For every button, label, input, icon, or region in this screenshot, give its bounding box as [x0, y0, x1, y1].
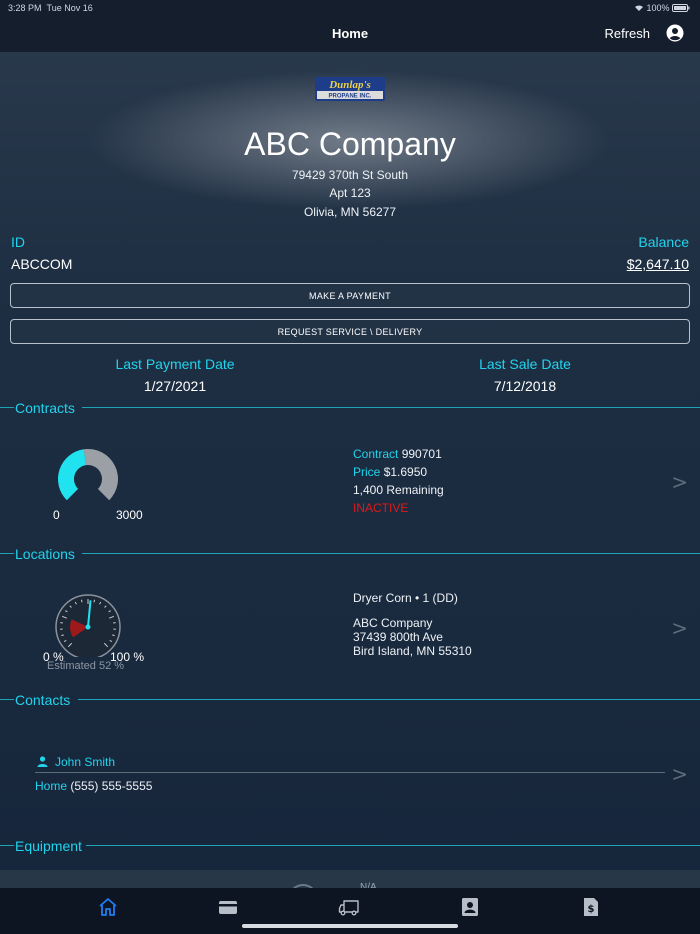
- balance-link[interactable]: $2,647.10: [627, 256, 689, 272]
- account-id-value: ABCCOM: [11, 256, 73, 272]
- phone-label: Home: [35, 779, 68, 793]
- contact-divider: [35, 772, 665, 773]
- contacts-divider: [78, 699, 700, 700]
- contract-chevron-icon[interactable]: >: [671, 470, 688, 494]
- contracts-divider: [82, 407, 700, 408]
- locations-section-title: Locations: [15, 546, 75, 562]
- locations-divider: [82, 553, 700, 554]
- equipment-divider-left: [0, 845, 14, 846]
- price-row: Price $1.6950: [353, 465, 427, 479]
- gauge-tick: [80, 599, 83, 603]
- gauge-filled-arc: [57, 449, 87, 501]
- make-payment-button[interactable]: MAKE A PAYMENT: [10, 283, 690, 308]
- company-name: ABC Company: [244, 126, 456, 162]
- credit-card-icon[interactable]: [217, 896, 239, 918]
- location-street: 37439 800th Ave: [353, 630, 443, 644]
- person-icon: [37, 756, 48, 767]
- equipment-divider: [86, 845, 700, 846]
- status-bar: 3:28 PM Tue Nov 16 100%: [0, 0, 700, 16]
- company-logo: Dunlap's PROPANE INC.: [315, 77, 385, 101]
- gauge-tick: [93, 599, 96, 603]
- equipment-card-partial[interactable]: N/A: [0, 870, 700, 890]
- svg-text:PROPANE INC.: PROPANE INC.: [329, 94, 372, 100]
- contract-gauge-max: 3000: [116, 508, 143, 522]
- battery-icon: [672, 4, 690, 12]
- svg-text:$: $: [588, 904, 595, 915]
- tank-level-gauge: [55, 594, 121, 657]
- status-battery: 100%: [634, 3, 690, 13]
- last-payment-date-label: Last Payment Date: [115, 356, 235, 372]
- locations-divider-left: [0, 553, 14, 554]
- nav-bar: 3:28 PM Tue Nov 16 100% Home Refresh: [0, 0, 700, 52]
- balance-label: Balance: [638, 234, 689, 250]
- contract-usage-gauge: [57, 449, 118, 501]
- phone-value[interactable]: (555) 555-5555: [70, 779, 152, 793]
- location-name: ABC Company: [353, 616, 433, 630]
- contracts-divider-left: [0, 407, 14, 408]
- app-screen: 3:28 PM Tue Nov 16 100% Home Refresh Dun…: [0, 0, 700, 934]
- last-payment-date-value: 1/27/2021: [143, 378, 207, 394]
- last-sale-date-label: Last Sale Date: [479, 356, 571, 372]
- invoice-dollar-icon[interactable]: $: [580, 896, 602, 918]
- account-id-label: ID: [11, 234, 25, 250]
- location-city: Bird Island, MN 55310: [353, 644, 472, 658]
- home-indicator[interactable]: [242, 924, 458, 928]
- address-line-3: Olivia, MN 56277: [303, 205, 397, 219]
- contacts-section-title: Contacts: [15, 692, 71, 708]
- location-chevron-icon[interactable]: >: [671, 616, 688, 640]
- tank-estimated-level: Estimated 52 %: [47, 660, 125, 672]
- page-title: Home: [331, 26, 369, 41]
- contract-label: Contract: [353, 447, 399, 461]
- contacts-divider-left: [0, 699, 14, 700]
- request-service-button[interactable]: REQUEST SERVICE \ DELIVERY: [10, 319, 690, 344]
- contracts-section-title: Contracts: [15, 400, 75, 416]
- equipment-section-title: Equipment: [15, 838, 82, 854]
- contact-chevron-icon[interactable]: >: [671, 762, 688, 786]
- contract-value: 990701: [401, 447, 442, 461]
- home-icon[interactable]: [97, 896, 119, 918]
- address-line-2: Apt 123: [329, 186, 371, 200]
- contract-status: INACTIVE: [353, 501, 409, 515]
- svg-text:Dunlap's: Dunlap's: [328, 79, 371, 91]
- tank-name: Dryer Corn • 1 (DD): [353, 591, 458, 605]
- price-value: $1.6950: [383, 465, 428, 479]
- refresh-button[interactable]: Refresh: [604, 26, 650, 41]
- contacts-book-icon[interactable]: [459, 896, 481, 918]
- wifi-icon: [634, 5, 643, 11]
- price-label: Price: [353, 465, 381, 479]
- last-sale-date-value: 7/12/2018: [493, 378, 557, 394]
- contact-name: John Smith: [55, 755, 116, 769]
- user-account-icon[interactable]: [666, 24, 684, 42]
- address-line-1: 79429 370th St South: [291, 168, 409, 182]
- contact-phone-row: Home (555) 555-5555: [35, 779, 152, 793]
- contract-remaining: 1,400 Remaining: [353, 483, 444, 497]
- contract-number-row: Contract 990701: [353, 447, 442, 461]
- status-time: 3:28 PM Tue Nov 16: [8, 3, 93, 13]
- gauge-empty-arc: [83, 449, 118, 501]
- contract-gauge-min: 0: [53, 508, 60, 522]
- delivery-truck-icon[interactable]: [338, 896, 360, 918]
